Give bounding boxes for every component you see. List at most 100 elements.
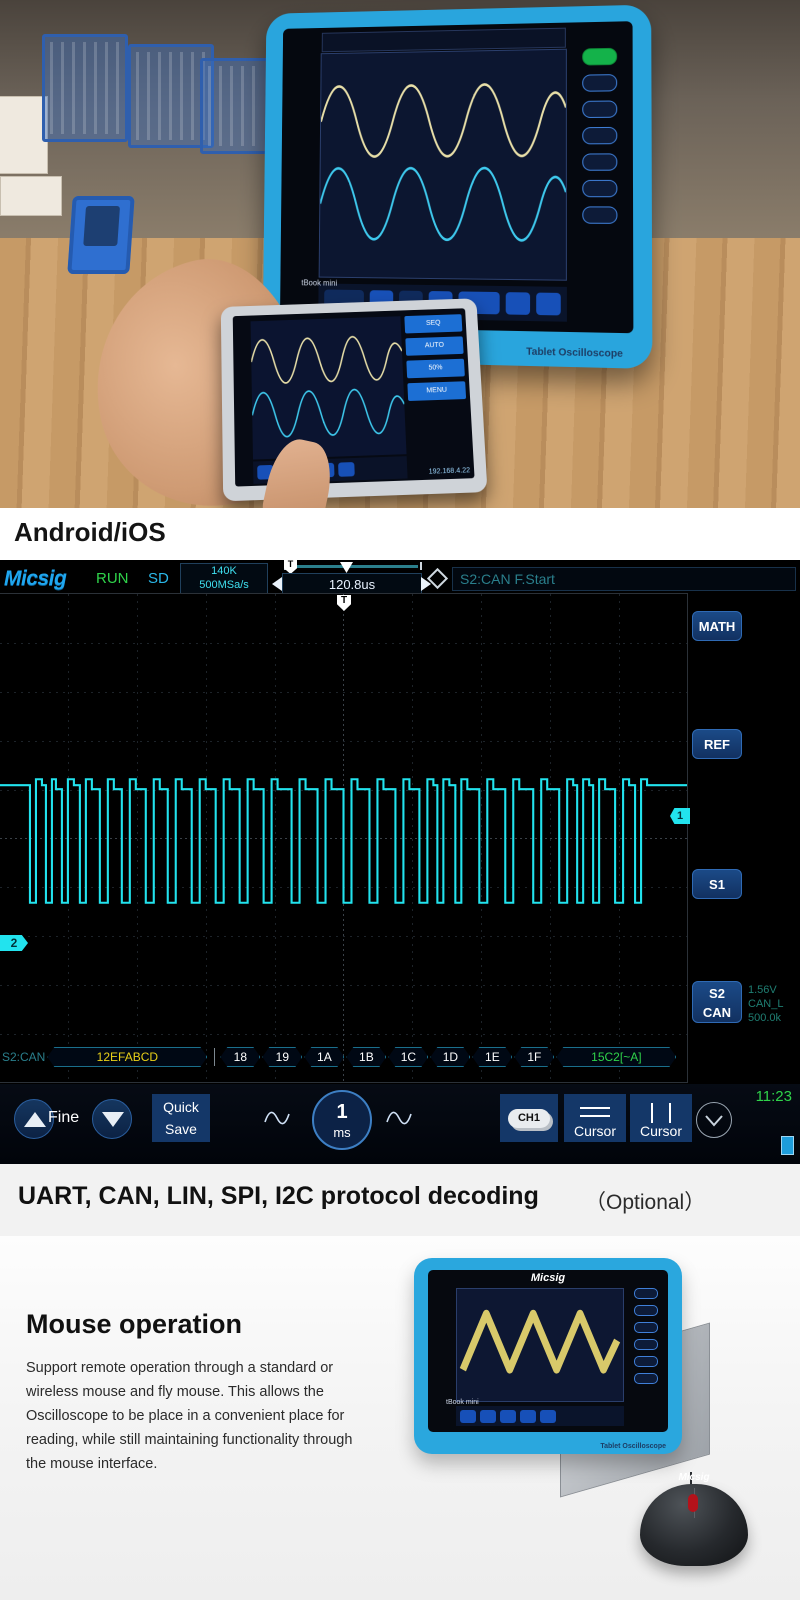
collapse-toolbar-button[interactable] [696,1102,732,1138]
vertical-cursor-button[interactable]: Cursor [630,1094,692,1142]
math-button[interactable]: MATH [692,611,742,641]
mouse-operation-heading: Mouse operation [26,1309,243,1339]
decode-frame[interactable]: 1B [346,1047,386,1067]
channel-voltage: 1.56V [748,984,777,996]
decode-channel-label: S2:CAN [2,1050,46,1064]
caption-protocol-decoding: UART, CAN, LIN, SPI, I2C protocol decodi… [0,1164,800,1236]
phone-btn-50pct: 50% [406,358,465,379]
waveform-grid[interactable]: T S2:CAN 12EFABCD 18 19 1A 1B 1C 1D 1E 1… [0,593,688,1083]
trigger-position-flag[interactable]: T [284,560,297,574]
decode-separator [214,1048,216,1066]
ch1-label: CH1 [508,1108,550,1128]
fine-down-button[interactable] [92,1099,132,1139]
tablet-footer-label: Tablet Oscilloscope [526,346,623,360]
tablet-btn-2 [582,74,618,92]
timebase-value[interactable]: 120.8us [282,573,422,595]
sine-decrease-icon[interactable] [264,1108,294,1128]
scope-bottom-toolbar: Fine Quick Save 1 ms CH1 Cursor Cursor 1… [0,1084,800,1164]
vertical-cursor-icon [651,1103,671,1123]
oscilloscope-screen: Micsig RUN SD 140K 500MSa/s T 120.8us S2… [0,560,800,1164]
tablet-waveform-traces [320,50,566,280]
mouse-tablet-waveform [459,1309,621,1374]
s2-button-label: S2 [709,986,725,1001]
run-status[interactable]: RUN [96,570,129,587]
tablet-model-label: tBook mini [301,278,338,288]
caption-android-ios-text: Android/iOS [14,517,166,547]
tablet-bezel: Micsig [279,21,634,334]
tablet-btn-4 [582,126,618,145]
tablet-screen-topbar [321,27,566,53]
timebase-knob-unit: ms [333,1125,351,1140]
ch1-button[interactable]: CH1 [500,1094,558,1142]
tablet-bottom-btn-6 [505,292,530,315]
fine-label: Fine [48,1109,80,1126]
mouse-brand-label: Micsig [678,1472,710,1483]
android-ios-photo: Micsig [0,0,800,508]
horizontal-cursor-button[interactable]: Cursor [564,1094,626,1142]
phone-bottom-btn-5 [338,462,355,477]
tablet-btn-5 [582,153,618,171]
phone-waveform-traces [251,316,407,459]
mouse-section-tablet: Micsig tBook mini Tablet Oscilloscope [414,1258,682,1454]
phone-btn-seq: SEQ [404,314,463,334]
caption-protocol-text: UART, CAN, LIN, SPI, I2C protocol decodi… [18,1182,539,1210]
decode-frame[interactable]: 1C [388,1047,428,1067]
decode-frame[interactable]: 18 [220,1047,260,1067]
s2-can-button[interactable]: S2 CAN [692,981,742,1023]
ref-button[interactable]: REF [692,729,742,759]
chevron-down-icon [705,1115,723,1127]
battery-icon [781,1136,794,1155]
mouse-operation-section: Mouse operation Support remote operation… [0,1236,800,1600]
vertical-cursor-label: Cursor [639,1123,682,1139]
decode-frame[interactable]: 1D [430,1047,470,1067]
tablet-btn-6 [582,179,618,198]
timebase-knob[interactable]: 1 ms [312,1090,372,1150]
triangle-down-icon [102,1112,124,1127]
phone-btn-auto: AUTO [405,336,464,356]
decode-frame[interactable]: 1F [514,1047,554,1067]
s1-button[interactable]: S1 [692,869,742,899]
decode-frame[interactable]: 1E [472,1047,512,1067]
phone-screen: SEQ AUTO 50% MENU 192.168.4.22 [232,308,475,487]
can-bus-waveform-trace [0,778,687,904]
caption-android-ios: Android/iOS [0,508,800,560]
quick-save-line1: Quick [163,1099,199,1115]
photo-blue-crate-a [42,34,128,142]
tablet-btn-7 [582,206,618,224]
channel-settings-info: 1.56V CAN_L 500.0k [748,983,783,1025]
triangle-up-icon [24,1112,46,1127]
mouse-tablet-bottom-toolbar [456,1406,624,1426]
timebase-track[interactable] [284,562,422,570]
caption-protocol-optional: （Optional） [585,1191,706,1214]
tablet-waveform-screen [318,27,567,281]
decode-frame[interactable]: 19 [262,1047,302,1067]
mouse-tablet-brand: Micsig [530,1272,566,1284]
decode-frame[interactable]: 15C2[~A] [556,1047,676,1067]
mouse-tablet-screen [456,1288,624,1402]
s2-button-protocol: CAN [702,1005,732,1020]
mouse-tablet-footer: Tablet Oscilloscope [600,1443,666,1450]
decode-frame[interactable]: 1A [304,1047,344,1067]
trigger-info-bar[interactable]: S2:CAN F.Start [452,567,796,591]
quick-save-button[interactable]: Quick Save [152,1094,210,1142]
decode-frame[interactable]: 12EFABCD [47,1047,207,1067]
timebase-control[interactable]: T 120.8us [272,560,431,596]
sample-rate-value: 500MSa/s [199,579,249,591]
phone-ip-address: 192.168.4.22 [428,467,471,476]
storage-indicator[interactable]: SD [148,570,169,587]
computer-mouse: Micsig [640,1472,748,1566]
trigger-info-text: S2:CAN F.Start [460,571,555,587]
timebase-decrease-arrow[interactable] [272,577,282,591]
phone-waveform-area [250,316,407,460]
memory-sample-cell[interactable]: 140K 500MSa/s [180,563,268,595]
tablet-btn-1 [582,47,618,66]
system-clock: 11:23 [755,1088,792,1105]
quick-save-line2: Save [165,1121,197,1137]
micsig-logo: Micsig [4,567,67,590]
sine-increase-icon[interactable] [386,1108,416,1128]
photo-blue-crate-c [200,58,270,154]
protocol-decode-row[interactable]: S2:CAN 12EFABCD 18 19 1A 1B 1C 1D 1E 1F … [0,1046,688,1068]
mouse-operation-body: Support remote operation through a stand… [26,1360,353,1472]
mouse-tablet-bezel: Micsig tBook mini [428,1270,668,1432]
horizontal-cursor-label: Cursor [573,1123,616,1139]
